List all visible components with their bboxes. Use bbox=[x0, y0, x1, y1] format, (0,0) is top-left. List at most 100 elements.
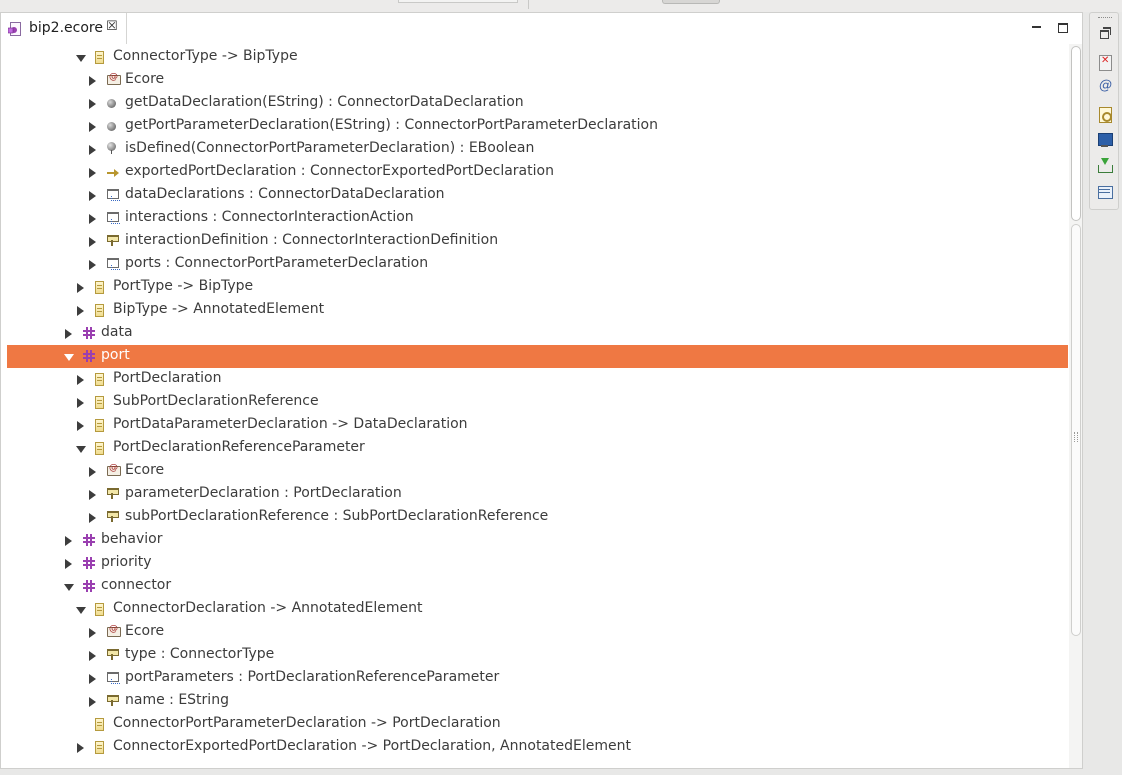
operation-icon bbox=[107, 122, 116, 131]
chevron-right-icon[interactable] bbox=[89, 145, 96, 155]
tree-row[interactable]: type : ConnectorType bbox=[7, 644, 1068, 667]
chevron-right-icon[interactable] bbox=[77, 283, 84, 293]
tree-row[interactable]: ConnectorDeclaration -> AnnotatedElement bbox=[7, 598, 1068, 621]
vertical-scrollbar[interactable] bbox=[1069, 44, 1082, 768]
tree-row-label: subPortDeclarationReference : SubPortDec… bbox=[125, 508, 548, 524]
tree-row[interactable]: interactionDefinition : ConnectorInterac… bbox=[7, 230, 1068, 253]
chevron-right-icon[interactable] bbox=[77, 421, 84, 431]
chevron-right-icon[interactable] bbox=[89, 191, 96, 201]
chevron-right-icon[interactable] bbox=[89, 76, 96, 86]
tree-row[interactable]: interactions : ConnectorInteractionActio… bbox=[7, 207, 1068, 230]
tree-row[interactable]: getPortParameterDeclaration(EString) : C… bbox=[7, 115, 1068, 138]
chevron-right-icon[interactable] bbox=[89, 122, 96, 132]
tree-row-type: ConnectorPortParameterDeclaration bbox=[404, 117, 658, 133]
tree-row[interactable]: getDataDeclaration(EString) : ConnectorD… bbox=[7, 92, 1068, 115]
tree-row-label: isDefined(ConnectorPortParameterDeclarat… bbox=[125, 140, 534, 156]
declaration-icon[interactable] bbox=[1097, 106, 1113, 123]
tree-row-name: connector bbox=[101, 577, 172, 593]
chevron-right-icon[interactable] bbox=[89, 628, 96, 638]
chevron-right-icon[interactable] bbox=[65, 536, 72, 546]
restore-icon[interactable] bbox=[1097, 27, 1113, 43]
javadoc-icon[interactable] bbox=[1097, 78, 1113, 96]
chevron-right-icon[interactable] bbox=[77, 306, 84, 316]
tree-row[interactable]: ports : ConnectorPortParameterDeclaratio… bbox=[7, 253, 1068, 276]
tree-row-label: BipType -> AnnotatedElement bbox=[113, 301, 324, 317]
toolbar-field[interactable] bbox=[398, 0, 518, 3]
chevron-right-icon[interactable] bbox=[77, 743, 84, 753]
tree-row[interactable]: port bbox=[7, 345, 1068, 368]
tree-row-label: name : EString bbox=[125, 692, 229, 708]
chevron-down-icon[interactable] bbox=[76, 55, 86, 62]
tree-row-name: type : bbox=[125, 646, 170, 662]
tree-row[interactable]: Ecore bbox=[7, 69, 1068, 92]
tree-row[interactable]: PortType -> BipType bbox=[7, 276, 1068, 299]
tree-row[interactable]: PortDeclarationReferenceParameter bbox=[7, 437, 1068, 460]
chevron-right-icon[interactable] bbox=[89, 214, 96, 224]
toolbar-button[interactable] bbox=[662, 0, 720, 4]
chevron-right-icon[interactable] bbox=[89, 674, 96, 684]
tree-row[interactable]: ConnectorExportedPortDeclaration -> Port… bbox=[7, 736, 1068, 759]
tree-row[interactable]: parameterDeclaration : PortDeclaration bbox=[7, 483, 1068, 506]
tree-row-label: Ecore bbox=[125, 71, 164, 87]
tree-row[interactable]: Ecore bbox=[7, 460, 1068, 483]
chevron-right-icon[interactable] bbox=[89, 697, 96, 707]
chevron-right-icon[interactable] bbox=[77, 375, 84, 385]
tree-row-type: SubPortDeclarationReference bbox=[342, 508, 549, 524]
tree-row[interactable]: dataDeclarations : ConnectorDataDeclarat… bbox=[7, 184, 1068, 207]
console-icon[interactable] bbox=[1097, 132, 1113, 148]
tree-row[interactable]: exportedPortDeclaration : ConnectorExpor… bbox=[7, 161, 1068, 184]
tree-row-label: PortDeclaration bbox=[113, 370, 221, 386]
tree-row[interactable]: name : EString bbox=[7, 690, 1068, 713]
chevron-right-icon[interactable] bbox=[89, 467, 96, 477]
chevron-right-icon[interactable] bbox=[65, 559, 72, 569]
top-toolbar-strip bbox=[0, 0, 1122, 12]
tree-row-type: ConnectorDataDeclaration bbox=[258, 186, 445, 202]
chevron-right-icon[interactable] bbox=[65, 329, 72, 339]
chevron-down-icon[interactable] bbox=[76, 607, 86, 614]
chevron-right-icon[interactable] bbox=[89, 651, 96, 661]
scrollbar-track[interactable] bbox=[1071, 224, 1081, 636]
scrollbar-thumb[interactable] bbox=[1071, 46, 1081, 221]
tree-row[interactable]: behavior bbox=[7, 529, 1068, 552]
tree-row[interactable]: Ecore bbox=[7, 621, 1068, 644]
chevron-right-icon[interactable] bbox=[89, 490, 96, 500]
table-icon[interactable] bbox=[1097, 184, 1113, 200]
tree-row[interactable]: subPortDeclarationReference : SubPortDec… bbox=[7, 506, 1068, 529]
chevron-right-icon[interactable] bbox=[89, 260, 96, 270]
chevron-right-icon[interactable] bbox=[89, 513, 96, 523]
tree-row[interactable]: isDefined(ConnectorPortParameterDeclarat… bbox=[7, 138, 1068, 161]
toolbar-drag-handle[interactable] bbox=[1098, 17, 1112, 19]
tree-row[interactable]: SubPortDeclarationReference bbox=[7, 391, 1068, 414]
tree-row-label: data bbox=[101, 324, 133, 340]
problems-icon[interactable] bbox=[1097, 54, 1113, 71]
progress-icon[interactable] bbox=[1097, 158, 1113, 174]
tree-row[interactable]: PortDataParameterDeclaration -> DataDecl… bbox=[7, 414, 1068, 437]
chevron-down-icon[interactable] bbox=[64, 584, 74, 591]
tree-row[interactable]: portParameters : PortDeclarationReferenc… bbox=[7, 667, 1068, 690]
tree-row-label: interactionDefinition : ConnectorInterac… bbox=[125, 232, 498, 248]
tree-row[interactable]: ConnectorPortParameterDeclaration -> Por… bbox=[7, 713, 1068, 736]
tree-row-name: name : bbox=[125, 692, 179, 708]
chevron-right-icon[interactable] bbox=[89, 168, 96, 178]
minimize-icon[interactable] bbox=[1031, 21, 1043, 33]
close-icon[interactable]: ☒ bbox=[106, 19, 118, 34]
maximize-icon[interactable] bbox=[1057, 21, 1069, 33]
class-icon bbox=[95, 419, 104, 432]
tree-row[interactable]: priority bbox=[7, 552, 1068, 575]
tree-row[interactable]: data bbox=[7, 322, 1068, 345]
tree-row-label: PortDeclarationReferenceParameter bbox=[113, 439, 365, 455]
multi-reference-icon bbox=[107, 258, 120, 270]
tree-row-name: PortDeclaration bbox=[113, 370, 222, 386]
tree-row-type: ConnectorInteractionAction bbox=[221, 209, 414, 225]
chevron-right-icon[interactable] bbox=[77, 398, 84, 408]
chevron-right-icon[interactable] bbox=[89, 99, 96, 109]
tree-row[interactable]: BipType -> AnnotatedElement bbox=[7, 299, 1068, 322]
multi-reference-icon bbox=[107, 212, 120, 224]
tree-row[interactable]: PortDeclaration bbox=[7, 368, 1068, 391]
tree-row[interactable]: ConnectorType -> BipType bbox=[7, 46, 1068, 69]
tree-row[interactable]: connector bbox=[7, 575, 1068, 598]
chevron-right-icon[interactable] bbox=[89, 237, 96, 247]
chevron-down-icon[interactable] bbox=[76, 446, 86, 453]
editor-tab[interactable]: bip2.ecore ☒ bbox=[1, 13, 127, 44]
chevron-down-icon[interactable] bbox=[64, 354, 74, 361]
